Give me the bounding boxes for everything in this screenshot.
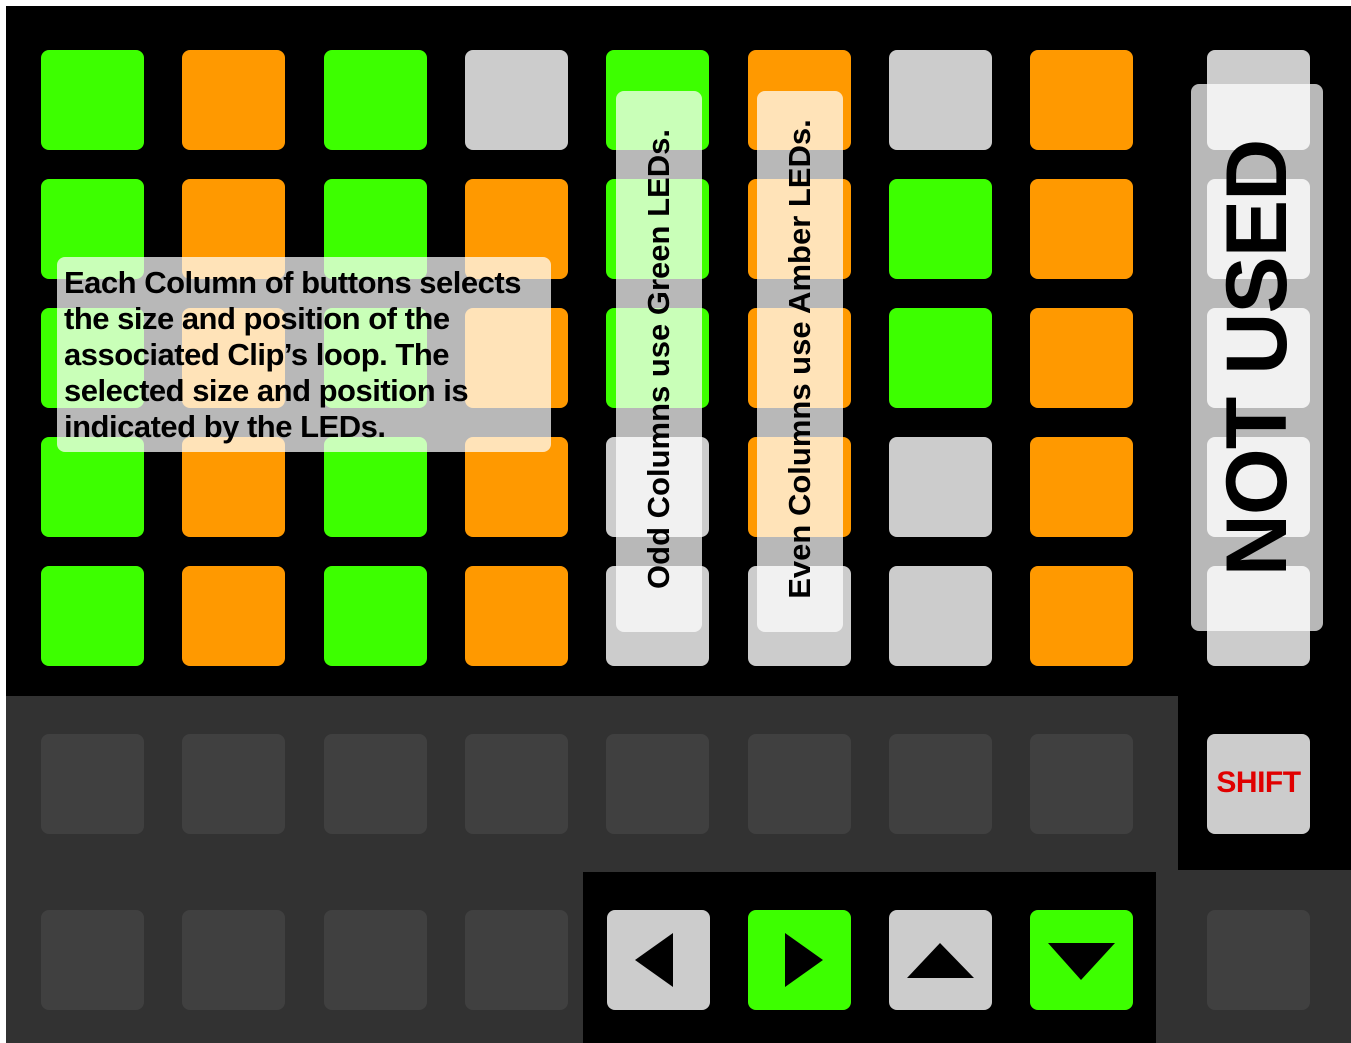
track-button[interactable] [465,910,568,1010]
arrow-right-icon [785,933,823,987]
track-button[interactable] [182,910,285,1010]
clip-pad[interactable] [1030,50,1133,150]
clip-pad[interactable] [1030,308,1133,408]
clip-pad[interactable] [41,566,144,666]
controller-surface: SHIFT Each Column of buttons selects the… [6,6,1351,1043]
track-button[interactable] [41,910,144,1010]
scene-button[interactable] [324,734,427,834]
scene-button[interactable] [41,734,144,834]
clip-pad[interactable] [324,50,427,150]
nav-left-button[interactable] [607,910,710,1010]
arrow-down-icon [1048,943,1115,980]
note-line-5: indicated by the LEDs. [64,409,386,444]
clip-pad[interactable] [324,566,427,666]
nav-right-button[interactable] [748,910,851,1010]
clip-pad[interactable] [182,566,285,666]
shift-button[interactable]: SHIFT [1207,734,1310,834]
not-used-note: NOT USED [1191,84,1323,631]
clip-pad[interactable] [465,50,568,150]
scene-button[interactable] [606,734,709,834]
loop-explanation-note: Each Column of buttons selects the size … [57,257,551,452]
clip-pad[interactable] [1030,179,1133,279]
clip-pad[interactable] [889,308,992,408]
clip-pad[interactable] [182,437,285,537]
scene-button[interactable] [889,734,992,834]
clip-pad[interactable] [41,50,144,150]
nav-down-button[interactable] [1030,910,1133,1010]
scene-button[interactable] [748,734,851,834]
arrow-up-icon [907,943,974,978]
odd-columns-label: Odd Columns use Green LEDs. [641,129,676,589]
note-line-2: the size and position of the [64,301,450,336]
even-columns-label: Even Columns use Amber LEDs. [782,119,817,599]
odd-columns-note: Odd Columns use Green LEDs. [616,91,702,632]
not-used-label: NOT USED [1209,139,1305,577]
clip-pad[interactable] [889,437,992,537]
clip-pad[interactable] [465,437,568,537]
track-button[interactable] [324,910,427,1010]
arrow-left-icon [635,933,673,987]
note-line-3: associated Clip’s loop. The [64,337,450,372]
clip-pad[interactable] [889,566,992,666]
clip-pad[interactable] [889,50,992,150]
note-line-4: selected size and position is [64,373,469,408]
shift-label: SHIFT [1216,766,1301,799]
clip-pad[interactable] [465,566,568,666]
clip-pad[interactable] [889,179,992,279]
scene-button[interactable] [1030,734,1133,834]
clip-pad[interactable] [1030,437,1133,537]
clip-pad[interactable] [1030,566,1133,666]
clip-pad[interactable] [41,437,144,537]
scene-button[interactable] [182,734,285,834]
note-line-1: Each Column of buttons selects [64,265,521,300]
track-button[interactable] [1207,910,1310,1010]
clip-pad[interactable] [324,437,427,537]
nav-up-button[interactable] [889,910,992,1010]
clip-pad[interactable] [182,50,285,150]
even-columns-note: Even Columns use Amber LEDs. [757,91,843,632]
scene-button[interactable] [465,734,568,834]
